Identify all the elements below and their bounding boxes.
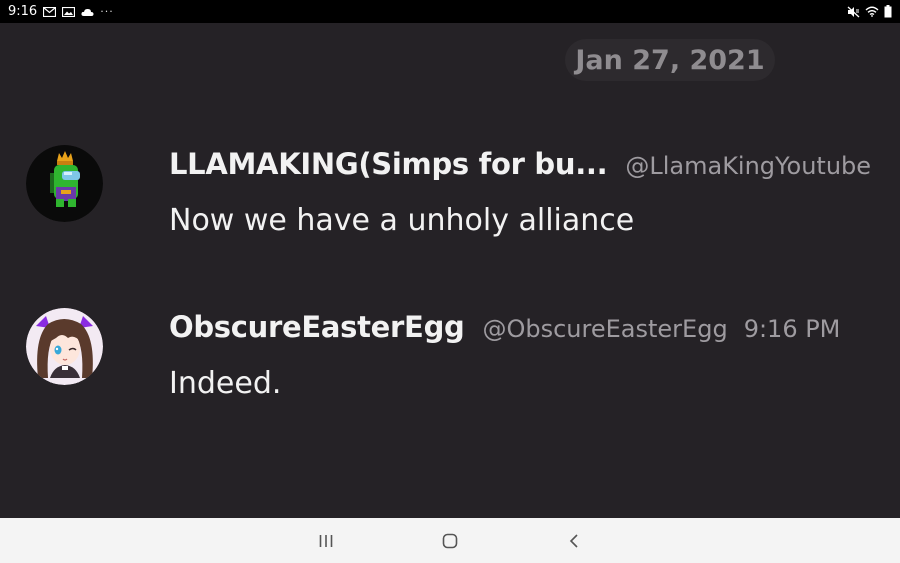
- chat-view[interactable]: Jan 27, 2021 LLAMAKING(Simps for bu... @…: [0, 23, 900, 518]
- message-text: Now we have a unholy alliance: [169, 203, 635, 238]
- back-button[interactable]: [559, 526, 589, 556]
- message-item[interactable]: ObscureEasterEgg @ObscureEasterEgg 9:16 …: [0, 308, 900, 428]
- username[interactable]: LLAMAKING(Simps for bu...: [169, 147, 608, 181]
- status-time: 9:16: [8, 4, 38, 19]
- anime-girl-avatar[interactable]: [26, 308, 103, 385]
- recents-button[interactable]: [311, 526, 341, 556]
- message-item[interactable]: LLAMAKING(Simps for bu... @LlamaKingYout…: [0, 145, 900, 265]
- crewmate-avatar[interactable]: [26, 145, 103, 222]
- home-button[interactable]: [435, 526, 465, 556]
- recents-icon: [319, 535, 333, 547]
- message-header: ObscureEasterEgg @ObscureEasterEgg 9:16 …: [169, 310, 840, 344]
- message-text: Indeed.: [169, 366, 282, 401]
- back-icon: [569, 534, 578, 548]
- cloud-icon: [81, 8, 94, 16]
- user-handle: @LlamaKingYoutube: [625, 152, 872, 180]
- status-bar: 9:16 ···: [0, 0, 900, 23]
- gallery-icon: [62, 6, 76, 17]
- wifi-icon: [865, 6, 879, 17]
- user-handle: @ObscureEasterEgg: [482, 315, 728, 343]
- status-overflow: ···: [100, 5, 114, 18]
- message-timestamp: 9:16 PM: [743, 315, 841, 343]
- home-icon: [442, 533, 458, 549]
- system-nav-bar: [0, 518, 900, 563]
- battery-icon: [884, 5, 892, 18]
- username[interactable]: ObscureEasterEgg: [169, 310, 465, 344]
- gmail-icon: [43, 6, 57, 17]
- mute-icon: [847, 6, 860, 17]
- date-divider: Jan 27, 2021: [565, 39, 775, 81]
- message-header: LLAMAKING(Simps for bu... @LlamaKingYout…: [169, 147, 871, 181]
